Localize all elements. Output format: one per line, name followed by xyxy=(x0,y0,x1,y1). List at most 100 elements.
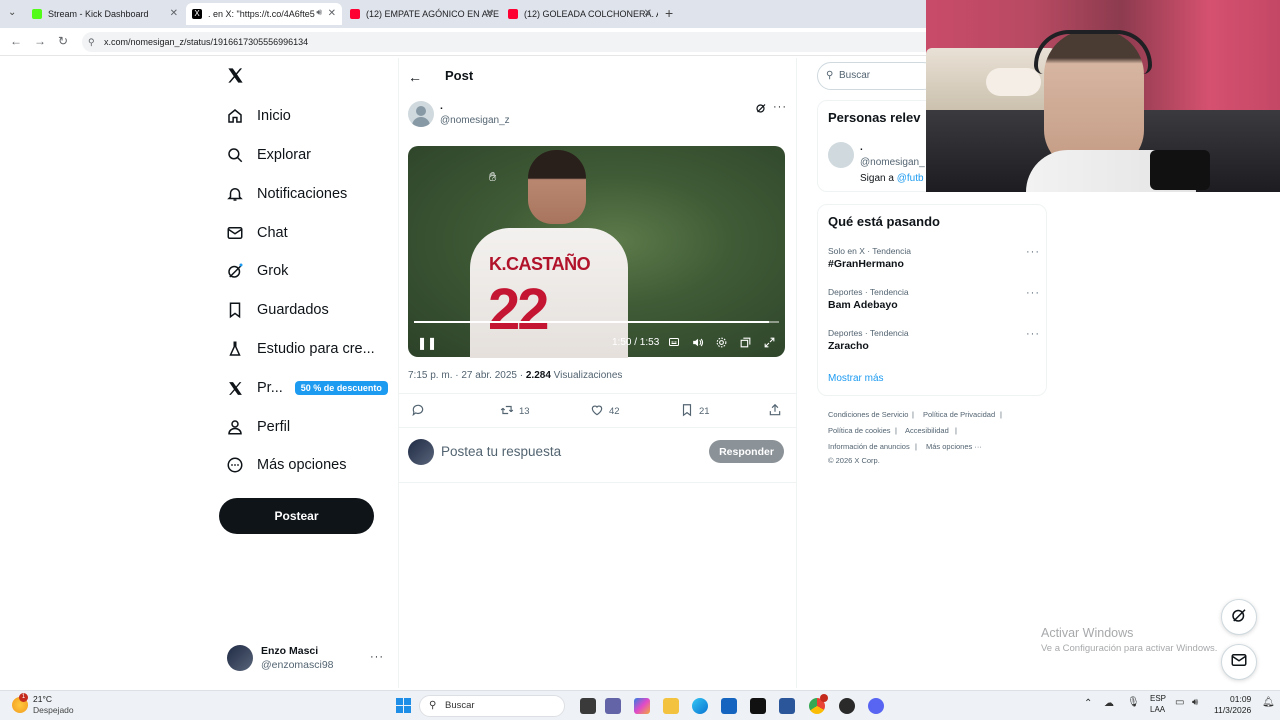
close-tab-icon[interactable]: ✕ xyxy=(328,8,336,19)
tab-audio-icon[interactable]: 🔊︎ xyxy=(316,7,322,18)
trend-item[interactable]: Bam Adebayo xyxy=(828,299,898,311)
activate-windows-subtitle: Ve a Configuración para activar Windows. xyxy=(1041,643,1218,654)
webcam-pillow xyxy=(986,68,1041,96)
close-tab-icon[interactable]: ✕ xyxy=(644,8,652,19)
close-tab-icon[interactable]: ✕ xyxy=(486,8,494,19)
copilot-icon[interactable] xyxy=(634,698,650,714)
mic-icon[interactable]: 🎙︎ xyxy=(1127,697,1140,708)
nav-home[interactable]: Inicio xyxy=(226,102,291,130)
fullscreen-icon[interactable] xyxy=(763,336,776,352)
start-windows-icon[interactable] xyxy=(396,698,412,714)
nav-grok[interactable]: Grok xyxy=(226,257,288,285)
account-menu-icon[interactable]: ··· xyxy=(370,651,384,663)
clock-date: 11/3/2026 xyxy=(1214,705,1252,715)
webcam-headset xyxy=(1034,30,1152,74)
taskbar-search[interactable]: ⚲ Buscar xyxy=(419,695,565,717)
nav-profile[interactable]: Perfil xyxy=(226,413,290,441)
notifications-icon[interactable]: 🔔︎ xyxy=(1262,697,1275,708)
post-button[interactable]: Postear xyxy=(219,498,374,534)
show-more-link[interactable]: Mostrar más xyxy=(828,373,884,384)
trend-more-icon[interactable]: ··· xyxy=(1026,287,1040,299)
trend-item[interactable]: Zaracho xyxy=(828,340,869,352)
network-icon[interactable]: ☁︎ xyxy=(1104,698,1114,709)
repost-action[interactable]: 13 xyxy=(500,403,530,420)
close-tab-icon[interactable]: ✕ xyxy=(170,8,178,19)
volume-icon[interactable]: 🔊︎ xyxy=(1192,697,1198,708)
footer-link-ads[interactable]: Información de anuncios xyxy=(828,442,910,451)
display-icon[interactable]: ▭ xyxy=(1175,697,1184,708)
site-info-icon[interactable]: ⚲ xyxy=(88,32,95,52)
x-logo-icon[interactable] xyxy=(226,66,245,90)
tab-x-post[interactable]: X . en X: "https://t.co/4A6fte5 🔊︎ ✕ xyxy=(186,3,342,25)
relevant-person-avatar[interactable] xyxy=(828,142,854,168)
pip-icon[interactable] xyxy=(739,336,752,352)
tab-kick-dashboard[interactable]: Stream - Kick Dashboard ✕ xyxy=(26,3,184,25)
post-timestamp[interactable]: 7:15 p. m. · 27 abr. 2025 · xyxy=(408,370,526,381)
language-top[interactable]: ESP xyxy=(1150,694,1166,703)
back-icon[interactable]: ← xyxy=(10,34,22,48)
author-handle[interactable]: @nomesigan_z xyxy=(440,115,510,126)
task-view-icon[interactable] xyxy=(580,698,596,714)
tab-search-icon[interactable]: ⌄ xyxy=(8,7,16,18)
grok-icon[interactable] xyxy=(755,101,767,119)
messages-float-button[interactable] xyxy=(1221,644,1257,680)
grok-float-button[interactable] xyxy=(1221,599,1257,635)
footer-link-privacy[interactable]: Política de Privacidad xyxy=(923,410,995,419)
app-icon[interactable] xyxy=(779,698,795,714)
trend-more-icon[interactable]: ··· xyxy=(1026,246,1040,258)
reload-icon[interactable]: ↻ xyxy=(58,34,68,48)
nav-premium[interactable]: Pr... 50 % de descuento xyxy=(226,374,388,402)
bio-mention-link[interactable]: @futb xyxy=(897,173,924,184)
tab-youtube-goleada[interactable]: (12) GOLEADA COLCHONERA. A ✕ xyxy=(502,3,658,25)
webcam-overlay xyxy=(926,0,1280,192)
footer-link-accessibility[interactable]: Accesibilidad xyxy=(905,426,949,435)
footer-link-terms[interactable]: Condiciones de Servicio xyxy=(828,410,908,419)
reply-input[interactable]: Postea tu respuesta xyxy=(441,444,561,459)
nav-notifications[interactable]: Notificaciones xyxy=(226,180,347,208)
footer-link-cookies[interactable]: Política de cookies xyxy=(828,426,891,435)
tray-chevron-icon[interactable]: ⌃ xyxy=(1084,698,1092,709)
bookmark-action[interactable]: 21 xyxy=(680,403,710,420)
nav-explore[interactable]: Explorar xyxy=(226,141,311,169)
pause-icon[interactable]: ❚❚ xyxy=(417,336,437,350)
forward-icon[interactable]: → xyxy=(34,34,46,48)
obs-icon[interactable] xyxy=(839,698,855,714)
nav-chat[interactable]: Chat xyxy=(226,219,288,247)
nav-bookmarks[interactable]: Guardados xyxy=(226,296,329,324)
reply-button[interactable]: Responder xyxy=(709,440,784,463)
like-action[interactable]: 42 xyxy=(590,403,620,420)
weather-desc: Despejado xyxy=(33,705,74,715)
clock-time[interactable]: 01:09 xyxy=(1230,694,1251,704)
nav-more-options[interactable]: Más opciones xyxy=(226,451,346,479)
post-more-icon[interactable]: ··· xyxy=(773,101,787,113)
search-input[interactable]: ⚲ Buscar xyxy=(817,62,937,90)
new-tab-button[interactable]: + xyxy=(665,5,673,21)
volume-icon[interactable] xyxy=(691,336,704,352)
search-icon xyxy=(226,146,244,164)
reply-action[interactable] xyxy=(411,403,430,420)
nav-creator-studio[interactable]: Estudio para cre... xyxy=(226,335,375,363)
relevant-person-name[interactable]: . xyxy=(860,142,863,153)
back-arrow-icon[interactable]: ← xyxy=(408,69,422,85)
account-name[interactable]: Enzo Masci xyxy=(261,645,318,657)
trend-more-icon[interactable]: ··· xyxy=(1026,328,1040,340)
video-progress-bar[interactable] xyxy=(414,321,779,323)
author-name[interactable]: . xyxy=(440,100,443,112)
share-action[interactable] xyxy=(768,403,787,420)
author-avatar[interactable] xyxy=(408,101,434,127)
edge-icon[interactable] xyxy=(692,698,708,714)
discord-icon[interactable] xyxy=(868,698,884,714)
weather-temp[interactable]: 21°C xyxy=(33,694,52,704)
captions-icon[interactable] xyxy=(668,336,680,351)
store-icon[interactable] xyxy=(721,698,737,714)
notification-badge: 1 xyxy=(19,693,28,702)
footer-link-more[interactable]: Más opciones ··· xyxy=(926,442,982,451)
account-avatar[interactable] xyxy=(227,645,253,671)
trend-item[interactable]: #GranHermano xyxy=(828,258,904,270)
tiktok-icon[interactable] xyxy=(750,698,766,714)
settings-gear-icon[interactable] xyxy=(715,336,728,352)
tab-youtube-empate[interactable]: (12) EMPATE AGÓNICO EN AVE ✕ xyxy=(344,3,500,25)
relevant-person-handle[interactable]: @nomesigan_ xyxy=(860,157,925,168)
teams-icon[interactable] xyxy=(605,698,621,714)
file-explorer-icon[interactable] xyxy=(663,698,679,714)
